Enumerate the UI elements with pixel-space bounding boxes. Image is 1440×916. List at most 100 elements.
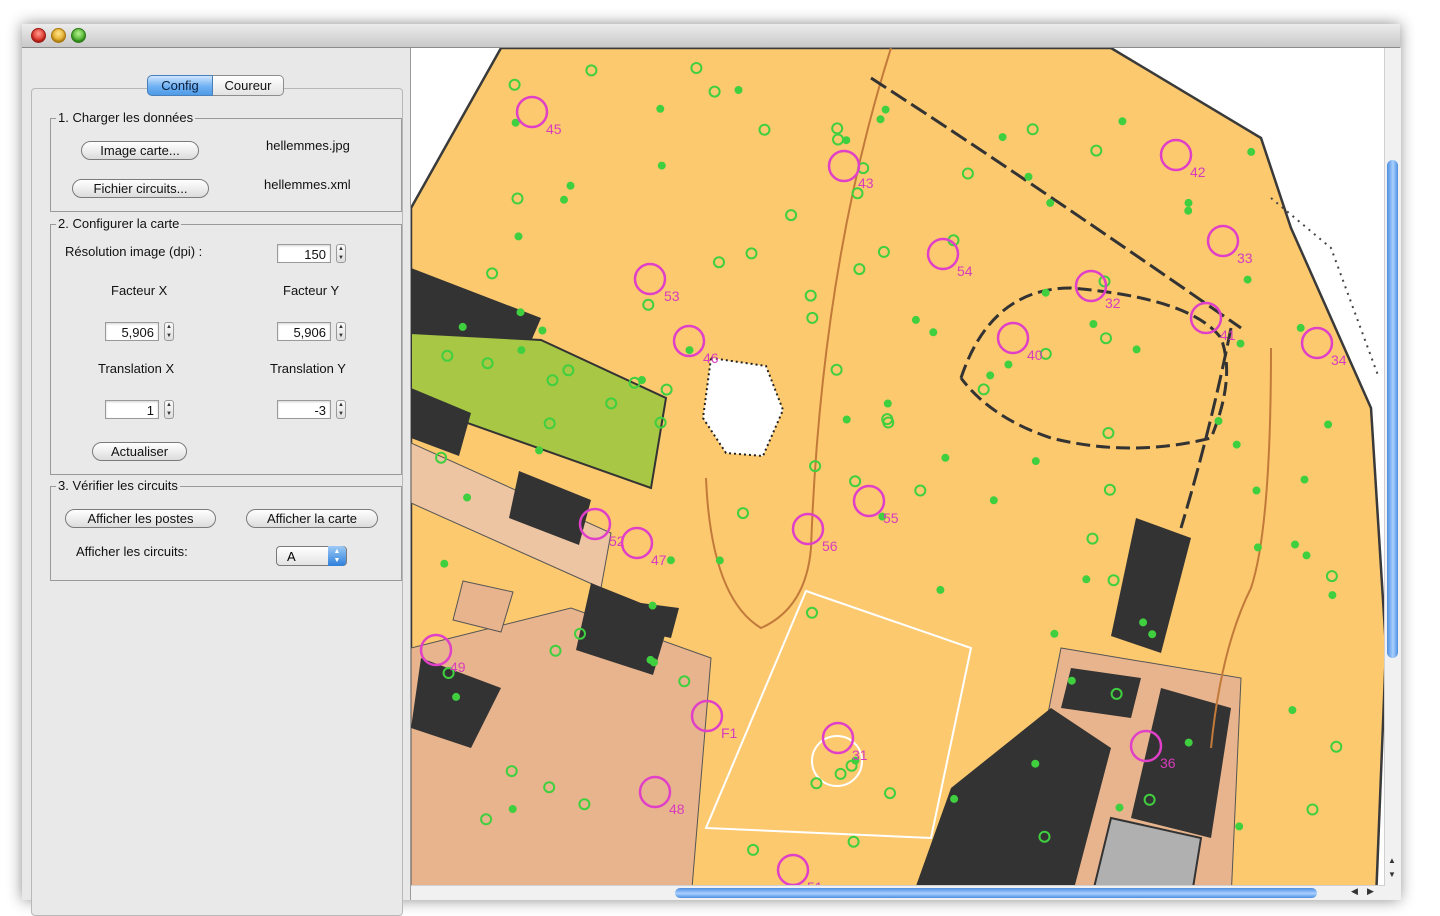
image-map-button[interactable]: Image carte... (81, 141, 199, 160)
resolution-label: Résolution image (dpi) : (65, 244, 203, 259)
translation-y-label: Translation Y (270, 361, 346, 376)
control-label: 41 (1220, 327, 1236, 343)
tree-symbol (1139, 618, 1148, 627)
tree-symbol (1252, 486, 1261, 495)
circuits-file-button[interactable]: Fichier circuits... (72, 179, 209, 198)
tree-symbol (1067, 676, 1076, 685)
vertical-scroll-thumb[interactable] (1387, 160, 1398, 658)
resolution-stepper[interactable]: ▲ ▼ (336, 244, 346, 263)
control-label: 47 (651, 552, 667, 568)
tab-coureur[interactable]: Coureur (213, 75, 284, 96)
control-label: 33 (1237, 250, 1253, 266)
close-window-button[interactable] (31, 28, 46, 43)
control-label: 36 (1160, 755, 1176, 771)
scroll-left-arrow-icon[interactable]: ◀ (1351, 886, 1358, 897)
map-view[interactable]: 45 43 42 33 54 53 46 32 41 40 34 55 56 52 47 49 F1 31 36 48… (410, 48, 1401, 900)
stepper-down-icon[interactable]: ▼ (337, 254, 345, 262)
resolution-field[interactable]: 150 (277, 244, 331, 263)
scroll-right-arrow-icon[interactable]: ▶ (1367, 886, 1374, 897)
tree-symbol (998, 133, 1007, 142)
tree-symbol (883, 399, 892, 408)
tree-symbol (989, 496, 998, 505)
stepper-up-icon[interactable]: ▲ (165, 401, 173, 409)
stepper-up-icon[interactable]: ▲ (337, 323, 345, 331)
factor-y-stepper[interactable]: ▲ ▼ (336, 322, 346, 341)
tree-symbol (1132, 345, 1141, 354)
tree-symbol (1118, 117, 1127, 126)
tree-symbol (1300, 475, 1309, 484)
translation-x-label: Translation X (98, 361, 175, 376)
orienteering-map: 45434233545346324140 345556524749F131 3648… (411, 48, 1401, 900)
tree-symbol (1031, 759, 1040, 768)
factor-y-label: Facteur Y (283, 283, 340, 298)
translation-y-field[interactable]: -3 (277, 400, 331, 419)
stepper-down-icon[interactable]: ▼ (165, 410, 173, 418)
translation-y-stepper[interactable]: ▲ ▼ (336, 400, 346, 419)
control-label: 45 (546, 121, 562, 137)
circuits-file-name: hellemmes.xml (264, 177, 351, 192)
load-data-group: 1. Charger les données Image carte... he… (50, 110, 402, 212)
tree-symbol (876, 115, 885, 124)
factor-x-label: Facteur X (111, 283, 168, 298)
verify-circuits-title: 3. Vérifier les circuits (56, 478, 180, 493)
stepper-down-icon[interactable]: ▼ (337, 332, 345, 340)
title-bar (22, 24, 1400, 48)
stepper-up-icon[interactable]: ▲ (165, 323, 173, 331)
tree-symbol (463, 493, 472, 502)
configure-map-title: 2. Configurer la carte (56, 216, 182, 231)
factor-x-field[interactable]: 5,906 (105, 322, 159, 341)
stepper-up-icon[interactable]: ▲ (337, 401, 345, 409)
configure-map-group: 2. Configurer la carte Résolution image … (50, 216, 402, 475)
tree-symbol (646, 655, 655, 664)
circuit-select[interactable]: A ▲ ▼ (276, 546, 347, 566)
minimize-window-button[interactable] (51, 28, 66, 43)
vertical-scrollbar[interactable]: ▲ ▼ (1384, 48, 1401, 900)
show-controls-button[interactable]: Afficher les postes (65, 509, 216, 528)
tree-symbol (657, 161, 666, 170)
tree-symbol (517, 346, 526, 355)
tab-config[interactable]: Config (147, 75, 213, 96)
tree-symbol (566, 181, 575, 190)
horizontal-scrollbar[interactable]: ◀ ▶ (411, 885, 1385, 900)
show-map-button[interactable]: Afficher la carte (246, 509, 378, 528)
tree-symbol (452, 692, 461, 701)
translation-x-stepper[interactable]: ▲ ▼ (164, 400, 174, 419)
stepper-up-icon[interactable]: ▲ (337, 245, 345, 253)
tree-symbol (1324, 420, 1333, 429)
control-label: 31 (852, 747, 868, 763)
stepper-down-icon[interactable]: ▼ (165, 332, 173, 340)
translation-x-field[interactable]: 1 (105, 400, 159, 419)
control-label: 42 (1190, 164, 1206, 180)
zoom-window-button[interactable] (71, 28, 86, 43)
scroll-up-arrow-icon[interactable]: ▲ (1388, 856, 1396, 865)
tree-symbol (1041, 288, 1050, 297)
tree-symbol (685, 346, 694, 355)
control-label: 46 (703, 350, 719, 366)
scroll-down-arrow-icon[interactable]: ▼ (1388, 870, 1396, 879)
tree-symbol (440, 559, 449, 568)
app-window: Config Coureur 1. Charger les données Im… (22, 24, 1401, 916)
stepper-down-icon[interactable]: ▼ (337, 410, 345, 418)
control-label: 48 (669, 801, 685, 817)
control-label: 49 (450, 659, 466, 675)
tree-symbol (1004, 360, 1013, 369)
control-label: 53 (664, 288, 680, 304)
tree-symbol (1031, 457, 1040, 466)
tree-symbol (648, 601, 657, 610)
tree-symbol (1046, 198, 1055, 207)
circuit-select-value: A (287, 549, 296, 564)
factor-x-stepper[interactable]: ▲ ▼ (164, 322, 174, 341)
config-tab-panel: 1. Charger les données Image carte... he… (31, 88, 403, 916)
tree-symbol (1214, 417, 1223, 425)
tree-symbol (842, 415, 851, 424)
horizontal-scroll-thumb[interactable] (675, 888, 1317, 898)
tree-symbol (1148, 630, 1157, 639)
updown-arrows-icon: ▲ ▼ (328, 546, 346, 566)
tree-symbol (1291, 540, 1299, 549)
tree-symbol (842, 136, 851, 145)
update-button[interactable]: Actualiser (92, 442, 187, 461)
factor-y-field[interactable]: 5,906 (277, 322, 331, 341)
tree-symbol (1253, 543, 1262, 552)
tree-symbol (986, 371, 995, 380)
tree-symbol (1288, 706, 1297, 715)
